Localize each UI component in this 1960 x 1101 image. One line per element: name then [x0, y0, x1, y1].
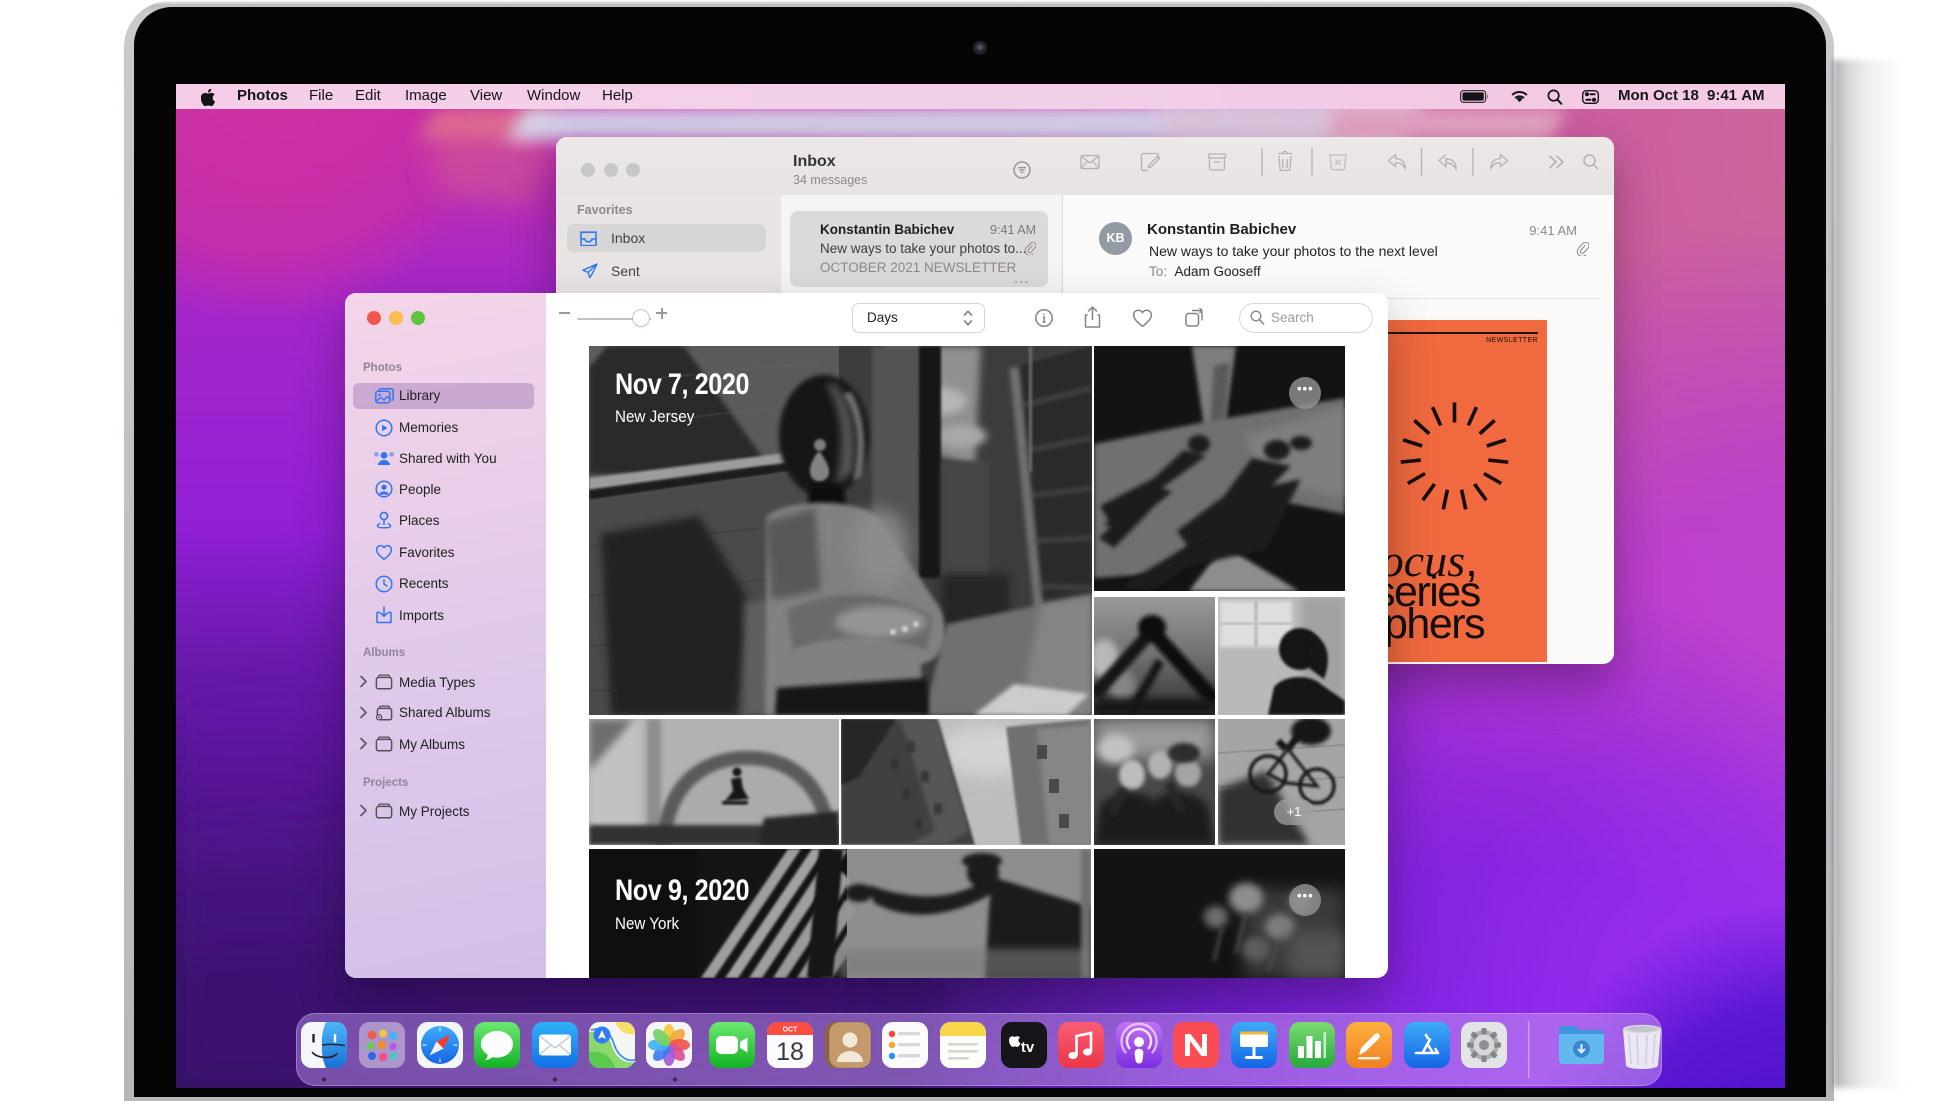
svg-text:OCT: OCT: [783, 1027, 799, 1034]
svg-text:18: 18: [776, 1038, 804, 1066]
svg-text:tv: tv: [1021, 1039, 1035, 1056]
